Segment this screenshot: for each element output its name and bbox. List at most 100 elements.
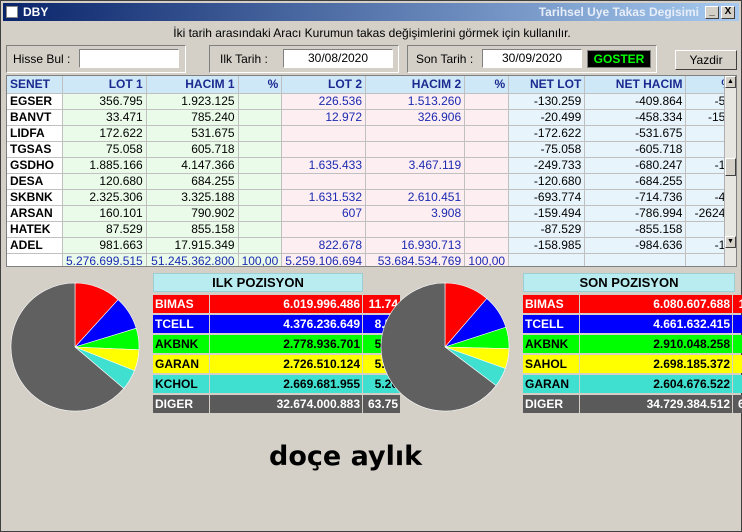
position-symbol: AKBNK bbox=[523, 335, 579, 353]
table-cell: 75.058 bbox=[62, 141, 147, 158]
position-symbol: DIGER bbox=[523, 395, 579, 413]
son-pozisyon-title: SON POZISYON bbox=[523, 273, 735, 292]
column-header[interactable]: % bbox=[238, 76, 283, 94]
table-cell: -120.680 bbox=[508, 173, 586, 190]
table-cell: 684.255 bbox=[146, 173, 239, 190]
column-header[interactable]: SENET bbox=[7, 76, 63, 94]
table-row[interactable]: ADEL 981.663 17.915.349 822.678 16.930.713 -1… bbox=[7, 237, 736, 254]
totals-cell bbox=[508, 253, 586, 266]
table-cell bbox=[464, 125, 510, 142]
scroll-thumb[interactable] bbox=[725, 158, 736, 176]
position-value: 2.698.185.372 bbox=[580, 355, 732, 373]
position-symbol: TCELL bbox=[523, 315, 579, 333]
table-cell: 785.240 bbox=[146, 109, 239, 126]
table-cell: ADEL bbox=[7, 237, 63, 254]
position-value: 34.729.384.512 bbox=[580, 395, 732, 413]
table-cell: -87.529 bbox=[508, 221, 586, 238]
position-value: 2.604.676.522 bbox=[580, 375, 732, 393]
table-row[interactable]: SKBNK 2.325.306 3.325.188 1.631.532 2.610.45… bbox=[7, 189, 736, 206]
ilk-tarih-input[interactable]: 30/08/2020 bbox=[283, 49, 393, 68]
table-cell: -158.985 bbox=[508, 237, 586, 254]
table-cell bbox=[238, 109, 283, 126]
table-cell bbox=[464, 157, 510, 174]
scroll-up-icon[interactable]: ▲ bbox=[725, 76, 736, 88]
column-header[interactable]: NET LOT bbox=[508, 76, 586, 94]
table-cell: ARSAN bbox=[7, 205, 63, 222]
table-cell: -680.247 bbox=[584, 157, 687, 174]
table-row[interactable]: TGSAS 75.058 605.718 -75.058 -605.718 bbox=[7, 141, 736, 158]
goster-button[interactable]: GOSTER bbox=[587, 50, 651, 68]
table-cell: 2.610.451 bbox=[365, 189, 466, 206]
table-row[interactable]: LIDFA 172.622 531.675 -172.622 -531.675 bbox=[7, 125, 736, 142]
table-cell: 17.915.349 bbox=[146, 237, 239, 254]
table-cell: EGSER bbox=[7, 93, 63, 110]
table-cell bbox=[464, 109, 510, 126]
takas-grid[interactable]: SENET LOT 1 HACIM 1% LOT 2 HACIM 2% NET LOT NE… bbox=[6, 75, 737, 267]
table-cell: -855.158 bbox=[584, 221, 687, 238]
table-row[interactable]: BANVT 33.471 785.240 12.972 326.906 -20.499 -4… bbox=[7, 109, 736, 126]
position-row: GARAN2.726.510.1245.32 bbox=[153, 355, 400, 373]
table-cell bbox=[281, 141, 367, 158]
table-cell: -172.622 bbox=[508, 125, 586, 142]
position-value: 32.674.000.883 bbox=[210, 395, 362, 413]
son-tarih-input[interactable]: 30/09/2020 bbox=[482, 49, 582, 68]
table-cell: -531.675 bbox=[584, 125, 687, 142]
table-cell: -984.636 bbox=[584, 237, 687, 254]
table-row[interactable]: GSDHO 1.885.166 4.147.366 1.635.433 3.467.11… bbox=[7, 157, 736, 174]
position-symbol: TCELL bbox=[153, 315, 209, 333]
scroll-down-icon[interactable]: ▼ bbox=[725, 236, 736, 248]
table-cell: -458.334 bbox=[584, 109, 687, 126]
table-cell: 172.622 bbox=[62, 125, 147, 142]
son-tarih-label: Son Tarih : bbox=[416, 52, 474, 66]
table-cell bbox=[238, 93, 283, 110]
table-header-row: SENET LOT 1 HACIM 1% LOT 2 HACIM 2% NET LOT NE… bbox=[7, 76, 736, 94]
table-cell: -714.736 bbox=[584, 189, 687, 206]
son-pozisyon-pie-chart bbox=[380, 282, 510, 412]
position-value: 2.669.681.955 bbox=[210, 375, 362, 393]
window-subtitle: Tarihsel Uye Takas Degisimi bbox=[538, 5, 699, 19]
table-cell bbox=[464, 237, 510, 254]
totals-cell bbox=[7, 253, 63, 266]
position-row: TCELL4.376.236.6498.53 bbox=[153, 315, 400, 333]
position-row: KCHOL 2.669.681.955 5.20 bbox=[153, 375, 400, 393]
column-header[interactable]: LOT 2 bbox=[281, 76, 367, 94]
table-cell: 12.972 bbox=[281, 109, 367, 126]
title-bar[interactable]: DBY Tarihsel Uye Takas Degisimi _ X bbox=[3, 3, 739, 21]
table-cell bbox=[238, 157, 283, 174]
totals-cell bbox=[584, 253, 687, 266]
position-value: 2.726.510.124 bbox=[210, 355, 362, 373]
table-cell bbox=[238, 125, 283, 142]
table-cell: -409.864 bbox=[584, 93, 687, 110]
column-header[interactable]: NET HACIM bbox=[584, 76, 687, 94]
position-row: DIGER34.729.384.51264.69 bbox=[523, 395, 742, 413]
position-symbol: KCHOL bbox=[153, 375, 209, 393]
yazdir-button[interactable]: Yazdir bbox=[675, 50, 737, 70]
position-symbol: AKBNK bbox=[153, 335, 209, 353]
position-row: BIMAS 6.019.996.486 11.74 bbox=[153, 295, 400, 313]
table-row[interactable]: DESA 120.680 684.255 -120.680 -684.255 bbox=[7, 173, 736, 190]
position-value: 4.661.632.415 bbox=[580, 315, 732, 333]
position-pct: 5.02 bbox=[733, 355, 742, 373]
table-cell: -605.718 bbox=[584, 141, 687, 158]
table-cell: -786.994 bbox=[584, 205, 687, 222]
position-row: TCELL4.661.632.4158.68 bbox=[523, 315, 742, 333]
table-row[interactable]: EGSER 356.795 1.923.125 226.536 1.513.260 -13… bbox=[7, 93, 736, 110]
column-header[interactable]: HACIM 1 bbox=[146, 76, 239, 94]
hisse-input[interactable] bbox=[79, 49, 179, 68]
vertical-scrollbar[interactable]: ▲ ▼ bbox=[724, 76, 736, 266]
table-row[interactable]: ARSAN 160.101 790.902 607 3.908 -159.494 -786.… bbox=[7, 205, 736, 222]
column-header[interactable]: LOT 1 bbox=[62, 76, 147, 94]
column-header[interactable]: HACIM 2 bbox=[365, 76, 466, 94]
minimize-button[interactable]: _ bbox=[705, 6, 719, 19]
column-header[interactable]: % bbox=[464, 76, 510, 94]
totals-cell: 51.245.362.800 bbox=[146, 253, 239, 266]
table-cell bbox=[464, 93, 510, 110]
table-cell bbox=[365, 125, 466, 142]
close-button[interactable]: X bbox=[721, 6, 735, 19]
table-cell: 822.678 bbox=[281, 237, 367, 254]
table-cell bbox=[238, 221, 283, 238]
table-cell bbox=[238, 141, 283, 158]
table-cell: 605.718 bbox=[146, 141, 239, 158]
table-row[interactable]: HATEK 87.529 855.158 -87.529 -855.158 bbox=[7, 221, 736, 238]
position-row: BIMAS6.080.607.68811.32 bbox=[523, 295, 742, 313]
